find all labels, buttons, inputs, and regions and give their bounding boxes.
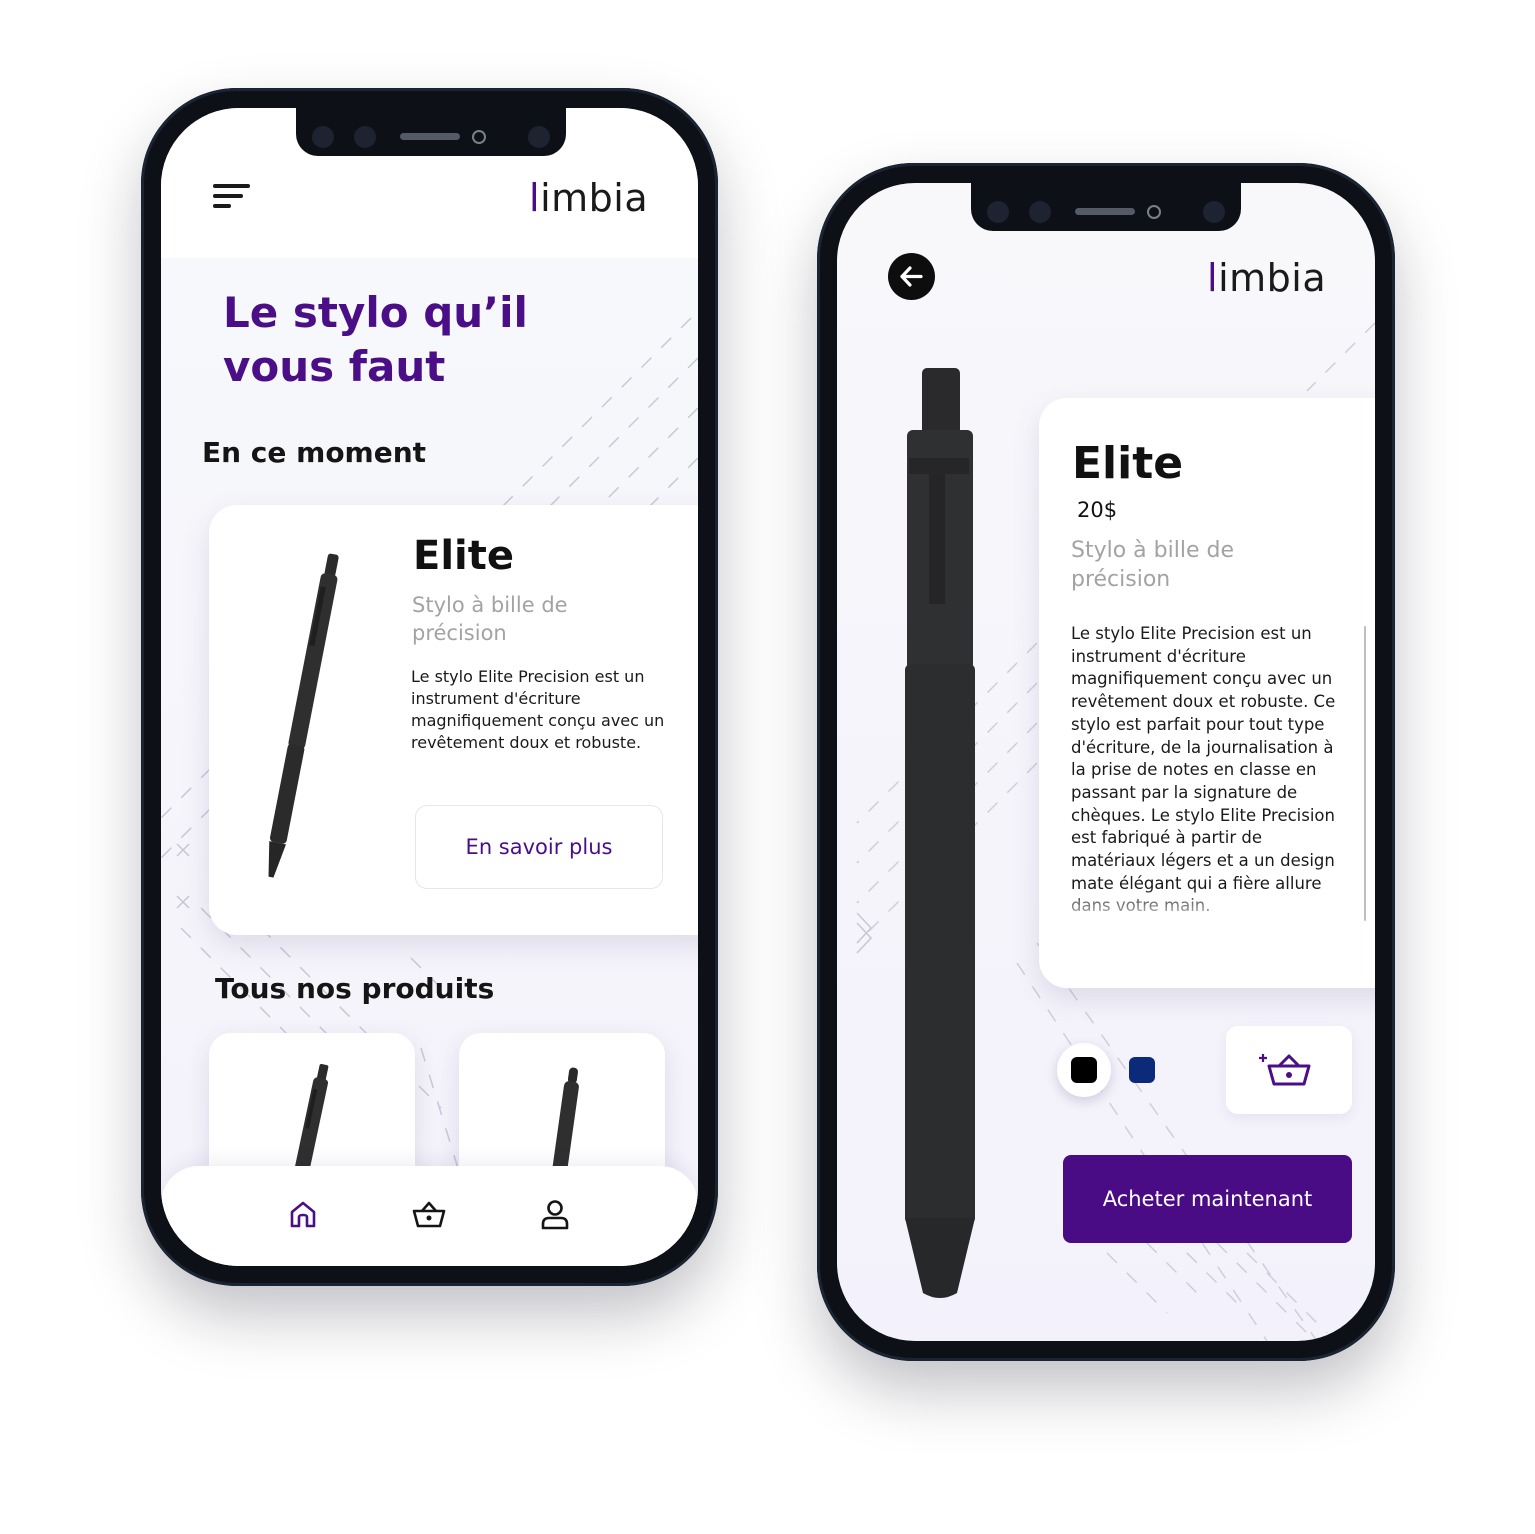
add-to-basket-button[interactable] bbox=[1226, 1026, 1352, 1114]
description-scrollbar[interactable] bbox=[1364, 626, 1366, 921]
arrow-left-icon bbox=[900, 266, 923, 287]
home-icon[interactable] bbox=[285, 1196, 321, 1232]
menu-icon[interactable] bbox=[213, 184, 253, 214]
detail-phone-frame: limbia Elite 20$ Stylo à bille de précis… bbox=[817, 163, 1395, 1361]
detail-screen: limbia Elite 20$ Stylo à bille de précis… bbox=[837, 183, 1375, 1341]
back-button[interactable] bbox=[888, 253, 935, 300]
add-to-basket-icon bbox=[1259, 1054, 1311, 1086]
color-swatch-navy[interactable] bbox=[1129, 1057, 1155, 1083]
featured-section-title: En ce moment bbox=[202, 436, 427, 469]
product-description: Le stylo Elite Precision est un instrume… bbox=[1071, 624, 1336, 915]
featured-product-name: Elite bbox=[413, 533, 514, 579]
basket-icon[interactable] bbox=[411, 1196, 447, 1232]
color-swatch-black-selected[interactable] bbox=[1057, 1043, 1111, 1097]
learn-more-button[interactable]: En savoir plus bbox=[415, 805, 663, 889]
phone-notch bbox=[296, 108, 566, 156]
logo-text: imbia bbox=[540, 176, 649, 220]
brand-logo: limbia bbox=[529, 176, 648, 220]
featured-product-description: Le stylo Elite Precision est un instrume… bbox=[411, 667, 665, 752]
logo-letter: l bbox=[529, 176, 541, 220]
logo-letter: l bbox=[1207, 256, 1219, 300]
user-icon[interactable] bbox=[537, 1196, 573, 1232]
featured-product-subtitle: Stylo à bille de précision bbox=[412, 593, 568, 645]
pen-image bbox=[905, 368, 975, 1298]
swatch-black bbox=[1071, 1057, 1097, 1083]
buy-now-button[interactable]: Acheter maintenant bbox=[1063, 1155, 1352, 1243]
product-price: 20$ bbox=[1077, 498, 1118, 522]
brand-logo: limbia bbox=[1207, 256, 1326, 300]
phone-notch bbox=[971, 183, 1241, 231]
product-name: Elite bbox=[1072, 438, 1184, 489]
logo-text: imbia bbox=[1218, 256, 1327, 300]
page-headline: Le stylo qu’il vous faut bbox=[223, 288, 528, 391]
all-products-section-title: Tous nos produits bbox=[215, 972, 495, 1005]
pen-image bbox=[268, 553, 339, 878]
bottom-navigation bbox=[161, 1166, 698, 1266]
product-subtitle: Stylo à bille de précision bbox=[1071, 538, 1234, 592]
product-detail-card: Elite 20$ Stylo à bille de précision Le … bbox=[1039, 398, 1375, 988]
home-screen: limbia Le stylo qu’il vous faut En ce mo… bbox=[161, 108, 698, 1266]
product-description-scroll[interactable]: Le stylo Elite Precision est un instrume… bbox=[1071, 623, 1339, 928]
featured-product-card[interactable]: Elite Stylo à bille de précision Le styl… bbox=[209, 505, 698, 935]
home-phone-frame: limbia Le stylo qu’il vous faut En ce mo… bbox=[141, 88, 718, 1286]
